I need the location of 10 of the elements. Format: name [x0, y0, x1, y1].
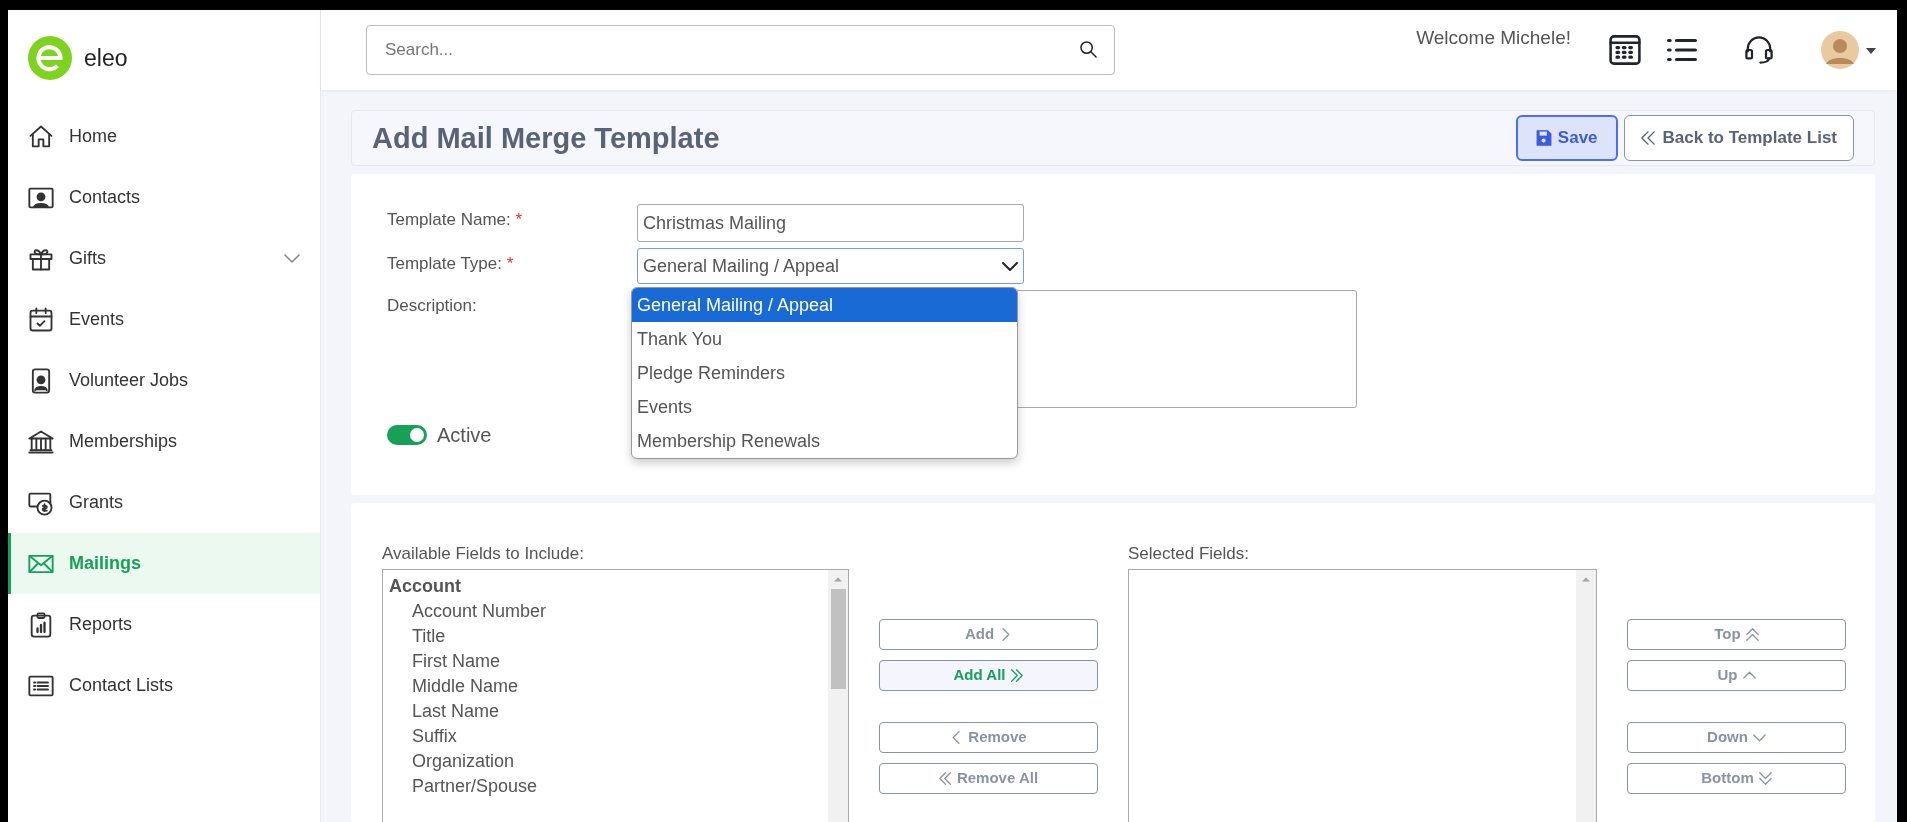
field-label: Template Name: * — [387, 209, 524, 231]
page-title: Add Mail Merge Template — [372, 120, 720, 156]
list-label: Available Fields to Include: — [382, 543, 585, 565]
toggle-label: Active — [437, 423, 492, 448]
list-group-heading: Account — [388, 574, 462, 598]
field-label: Template Type: * — [387, 253, 515, 275]
list-label: Selected Fields: — [1128, 543, 1250, 565]
field-label: Description: — [387, 295, 478, 317]
brand-name: eleo — [84, 43, 128, 73]
welcome-text: Welcome Michele! — [1416, 26, 1571, 50]
